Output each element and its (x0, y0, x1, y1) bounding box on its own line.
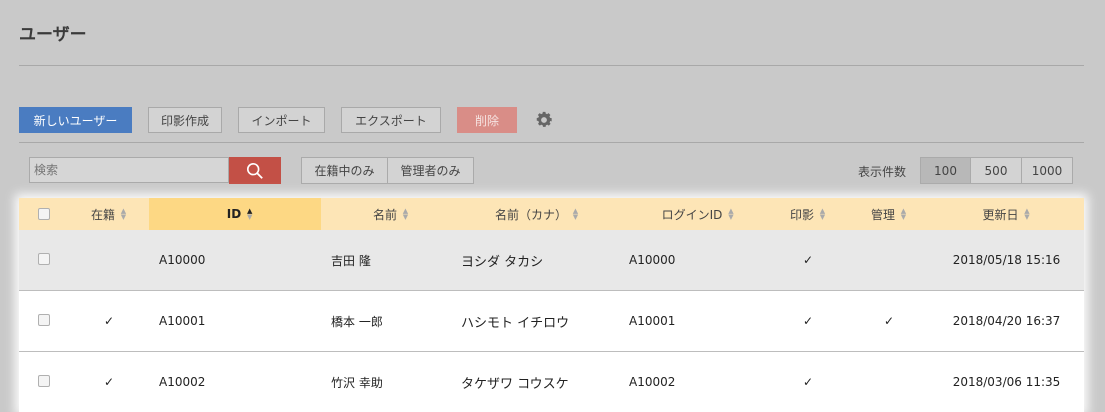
seal-cell: ✓ (802, 375, 814, 389)
name-cell: 竹沢 幸助 (331, 375, 383, 390)
id-cell: A10000 (159, 253, 206, 267)
user-table: 在籍 ▲ ▼ ID ▲ ▼ 名前 ▲ ▼ 名前（カナ） ▲ ▼ ログインID ▲ ▼ 印影 ▲ ▼ 管理… (19, 198, 1084, 412)
divider (19, 142, 1084, 143)
search-input[interactable] (29, 157, 229, 183)
select-all-cell (19, 198, 69, 230)
kana-cell: タケザワ コウスケ (461, 376, 569, 392)
header-admin[interactable]: 管理 ▲ ▼ (849, 198, 929, 230)
toolbar: 新しいユーザー 印影作成 インポート エクスポート 削除 (19, 106, 555, 134)
header-label: 名前 (372, 207, 397, 222)
print-seal-button[interactable]: 印影作成 (148, 107, 222, 133)
page-size-500[interactable]: 500 (971, 157, 1022, 184)
header-seal[interactable]: 印影 ▲ ▼ (767, 198, 849, 230)
active-only-filter[interactable]: 在籍中のみ (301, 157, 388, 184)
seal-cell: ✓ (802, 314, 814, 328)
table-row[interactable]: ✓ A10002 竹沢 幸助 タケザワ コウスケ A10002 ✓ 2018/0… (19, 351, 1084, 412)
sort-icon: ▲ ▼ (402, 207, 409, 221)
admin-cell: ✓ (883, 314, 895, 328)
row-checkbox-cell (19, 252, 69, 268)
header-label: 管理 (870, 207, 895, 222)
delete-button[interactable]: 削除 (457, 107, 517, 133)
new-user-button[interactable]: 新しいユーザー (19, 107, 132, 133)
seal-cell: ✓ (802, 253, 814, 267)
active-cell: ✓ (103, 314, 115, 328)
row-checkbox[interactable] (38, 252, 50, 265)
sort-icon: ▲ ▼ (728, 207, 734, 221)
header-updated[interactable]: 更新日 ▲ ▼ (929, 198, 1084, 230)
page-size-group: 100 500 1000 (920, 157, 1073, 184)
kana-cell: ヨシダ タカシ (461, 254, 544, 270)
sort-icon: ▲ ▼ (120, 207, 127, 221)
header-login-id[interactable]: ログインID ▲ ▼ (613, 198, 767, 230)
updated-cell: 2018/04/20 16:37 (952, 314, 1061, 328)
id-cell: A10001 (159, 314, 206, 328)
divider (19, 65, 1084, 66)
header-kana[interactable]: 名前（カナ） ▲ ▼ (451, 198, 613, 230)
table-row[interactable]: A10000 吉田 隆 ヨシダ タカシ A10000 ✓ 2018/05/18 … (19, 230, 1084, 290)
login-id-cell: A10002 (629, 375, 676, 389)
page-size-1000[interactable]: 1000 (1022, 157, 1073, 184)
header-active[interactable]: 在籍 ▲ ▼ (69, 198, 149, 230)
id-cell: A10002 (159, 375, 206, 389)
row-checkbox-cell (19, 313, 69, 329)
row-checkbox[interactable] (38, 313, 50, 326)
sort-icon: ▲ ▼ (1024, 207, 1030, 221)
header-id[interactable]: ID ▲ ▼ (149, 198, 321, 230)
active-cell: ✓ (103, 375, 115, 389)
page-size-100[interactable]: 100 (920, 157, 971, 184)
export-button[interactable]: エクスポート (341, 107, 441, 133)
name-cell: 橋本 一郎 (331, 314, 383, 329)
search-icon (246, 162, 263, 179)
sort-icon: ▲ ▼ (572, 207, 579, 221)
header-label: 名前（カナ） (494, 207, 567, 222)
table-header: 在籍 ▲ ▼ ID ▲ ▼ 名前 ▲ ▼ 名前（カナ） ▲ ▼ ログインID ▲ ▼ 印影 ▲ ▼ 管理… (19, 198, 1084, 230)
row-checkbox[interactable] (38, 374, 50, 387)
gear-icon[interactable] (533, 109, 555, 131)
kana-cell: ハシモト イチロウ (461, 315, 570, 331)
login-id-cell: A10000 (629, 253, 676, 267)
filter-group: 在籍中のみ 管理者のみ (301, 157, 474, 184)
select-all-checkbox[interactable] (38, 208, 50, 220)
page-title: ユーザー (19, 25, 87, 45)
row-checkbox-cell (19, 374, 69, 390)
sort-icon: ▲ ▼ (819, 207, 826, 221)
sort-icon: ▲ ▼ (247, 207, 253, 221)
updated-cell: 2018/05/18 15:16 (952, 253, 1061, 267)
header-label: 更新日 (982, 207, 1019, 222)
name-cell: 吉田 隆 (331, 253, 371, 268)
header-label: ログインID (661, 207, 723, 222)
display-count-label: 表示件数 (858, 165, 907, 179)
sort-icon: ▲ ▼ (900, 207, 907, 221)
admin-only-filter[interactable]: 管理者のみ (388, 157, 474, 184)
header-label: 在籍 (90, 207, 115, 222)
header-label: 印影 (789, 207, 814, 222)
search-button[interactable] (229, 157, 281, 184)
table-row[interactable]: ✓ A10001 橋本 一郎 ハシモト イチロウ A10001 ✓ ✓ 2018… (19, 290, 1084, 351)
updated-cell: 2018/03/06 11:35 (952, 375, 1061, 389)
import-button[interactable]: インポート (238, 107, 325, 133)
login-id-cell: A10001 (629, 314, 676, 328)
header-label: ID (226, 207, 242, 221)
header-name[interactable]: 名前 ▲ ▼ (321, 198, 451, 230)
